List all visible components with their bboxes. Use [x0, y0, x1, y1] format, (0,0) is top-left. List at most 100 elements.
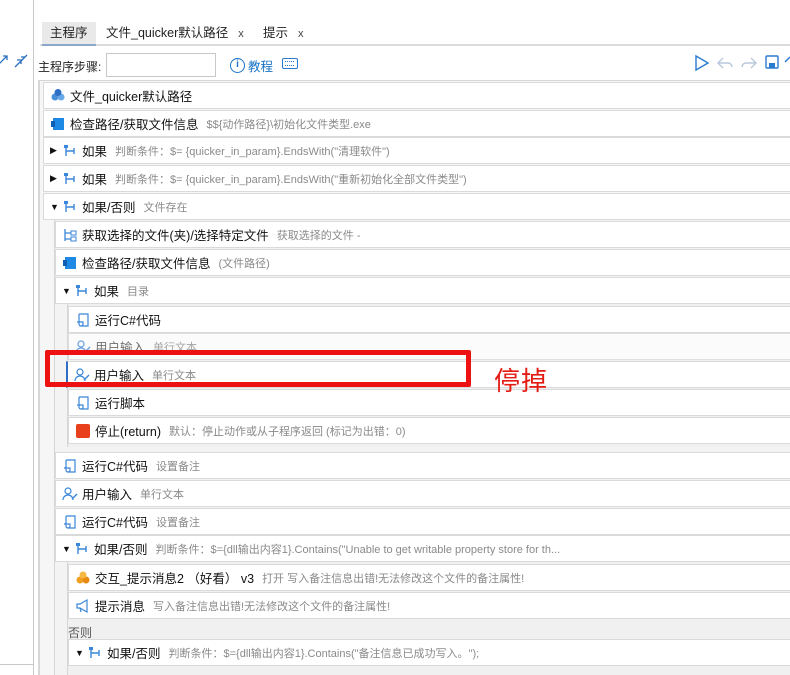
tab-close-icon[interactable]: x — [298, 28, 304, 40]
tree-row[interactable]: 交互_提示消息2 （好看） v3 打开 写入备注信息出错!无法修改这个文件的备注… — [68, 564, 790, 591]
branch-icon — [62, 143, 78, 159]
left-panel — [0, 0, 34, 675]
tree-row[interactable]: 获取选择的文件(夹)/选择特定文件 获取选择的文件 - — [55, 221, 790, 248]
tab-bar: 主程序 文件_quicker默认路径 x 提示 x — [40, 18, 790, 46]
tree-row[interactable]: 检查路径/获取文件信息 $${动作路径}\初始化文件类型.exe — [43, 110, 790, 137]
subprogram-icon — [50, 88, 66, 104]
row-label: 停止(return) — [95, 425, 161, 439]
save-icon[interactable] — [764, 54, 780, 70]
expand-icon[interactable] — [0, 55, 8, 65]
row-desc: 文件存在 — [143, 201, 188, 214]
annotation-highlight-box — [45, 350, 471, 387]
tree-row[interactable]: 检查路径/获取文件信息 (文件路径) — [55, 249, 790, 276]
help-link[interactable]: i 教程 — [230, 56, 273, 75]
tree-row[interactable]: ▼ 如果/否则 判断条件：$={dll输出内容1}.Contains("备注信息… — [68, 639, 790, 666]
megaphone-icon — [75, 598, 91, 614]
tree-row[interactable]: 运行C#代码 — [68, 306, 790, 333]
tree-row[interactable]: 文件_quicker默认路径 — [43, 82, 790, 109]
collapse-toggle[interactable]: ▼ — [75, 648, 85, 658]
file-info-icon — [62, 255, 78, 271]
row-desc: 打开 写入备注信息出错!无法修改这个文件的备注属性! — [262, 572, 525, 585]
tree-row[interactable]: ▶ 如果 判断条件：$= {quicker_in_param}.EndsWith… — [43, 137, 790, 164]
tab-main-label: 主程序 — [50, 26, 88, 40]
subprogram-icon — [75, 570, 91, 586]
tree-row[interactable]: 运行脚本 — [68, 389, 790, 416]
row-label: 运行C#代码 — [82, 516, 148, 530]
row-label: 检查路径/获取文件信息 — [70, 118, 199, 132]
run-icon[interactable] — [694, 54, 710, 72]
tab-file-path-label: 文件_quicker默认路径 — [106, 26, 229, 40]
tab-tip[interactable]: 提示 x — [255, 22, 312, 46]
collapse-icon[interactable] — [14, 54, 28, 68]
info-icon: i — [230, 58, 245, 73]
left-panel-divider — [0, 664, 34, 665]
tree-row[interactable]: ▼ 如果/否则 判断条件：$={dll输出内容1}.Contains("Unab… — [55, 535, 790, 562]
tree-row[interactable]: 提示消息 写入备注信息出错!无法修改这个文件的备注属性! — [68, 592, 790, 619]
tree-icon — [62, 227, 78, 243]
script-icon — [62, 458, 78, 474]
row-desc: 判断条件：$= {quicker_in_param}.EndsWith("重新初… — [115, 173, 467, 186]
user-input-icon — [62, 486, 78, 502]
row-label: 如果 — [94, 285, 120, 299]
keyboard-icon[interactable] — [282, 58, 298, 69]
tree-row[interactable]: 用户输入 单行文本 — [55, 480, 790, 507]
row-label: 如果/否则 — [82, 201, 136, 215]
branch-icon — [62, 199, 78, 215]
row-label: 如果 — [82, 173, 108, 187]
row-label: 如果 — [82, 145, 108, 159]
row-desc: 默认：停止动作或从子程序返回 (标记为出错：0) — [168, 425, 406, 438]
help-label: 教程 — [248, 60, 274, 74]
branch-icon — [87, 645, 103, 661]
branch-icon — [74, 541, 90, 557]
row-desc: 写入备注信息出错!无法修改这个文件的备注属性! — [153, 600, 391, 613]
script-icon — [62, 514, 78, 530]
expand-toggle[interactable]: ▶ — [50, 145, 60, 156]
tree-row[interactable]: 运行C#代码 设置备注 — [55, 452, 790, 479]
collapse-toggle[interactable]: ▼ — [50, 202, 60, 212]
tab-close-icon[interactable]: x — [238, 28, 244, 40]
script-icon — [75, 395, 91, 411]
row-label: 获取选择的文件(夹)/选择特定文件 — [82, 229, 269, 243]
row-desc: 获取选择的文件 - — [276, 229, 361, 242]
row-desc: $${动作路径}\初始化文件类型.exe — [206, 118, 371, 131]
tree-row[interactable]: ▼ 如果/否则 文件存在 — [43, 193, 790, 220]
stop-icon — [75, 423, 91, 439]
steps-label: 主程序步骤: — [38, 60, 102, 74]
tree-row[interactable]: ▼ 如果 目录 — [55, 277, 790, 304]
row-label: 提示消息 — [95, 600, 146, 614]
row-desc: 设置备注 — [155, 460, 200, 473]
collapse-toggle[interactable]: ▼ — [62, 544, 72, 554]
branch-icon — [62, 171, 78, 187]
tab-file-path[interactable]: 文件_quicker默认路径 x — [98, 22, 252, 46]
script-icon — [75, 312, 91, 328]
row-label: 运行C#代码 — [95, 314, 161, 328]
row-label: 文件_quicker默认路径 — [70, 90, 193, 104]
undo-icon[interactable] — [716, 54, 734, 72]
row-desc: (文件路径) — [218, 257, 270, 270]
tab-tip-label: 提示 — [263, 26, 289, 40]
back-icon[interactable] — [782, 54, 790, 70]
annotation-text: 停掉 — [494, 367, 549, 397]
tree-row[interactable]: ▶ 如果 判断条件：$= {quicker_in_param}.EndsWith… — [43, 165, 790, 192]
steps-input[interactable] — [106, 53, 216, 77]
tree-row[interactable]: 运行C#代码 设置备注 — [55, 508, 790, 535]
row-label: 运行C#代码 — [82, 460, 148, 474]
row-label: 如果/否则 — [107, 647, 161, 661]
branch-icon — [74, 283, 90, 299]
editor-tools — [694, 54, 790, 76]
redo-icon[interactable] — [740, 54, 758, 72]
toolbar: 主程序步骤: i 教程 — [38, 52, 790, 78]
collapse-toggle[interactable]: ▼ — [62, 286, 72, 296]
file-info-icon — [50, 116, 66, 132]
row-desc: 判断条件：$={dll输出内容1}.Contains("备注信息已成功写入。")… — [168, 647, 480, 660]
expand-toggle[interactable]: ▶ — [50, 173, 60, 184]
row-label: 运行脚本 — [95, 397, 146, 411]
tab-main[interactable]: 主程序 — [42, 22, 96, 46]
row-desc: 判断条件：$= {quicker_in_param}.EndsWith("清理软… — [115, 145, 390, 158]
row-label: 如果/否则 — [94, 543, 148, 557]
row-desc: 单行文本 — [140, 488, 185, 501]
tree-row[interactable]: 停止(return) 默认：停止动作或从子程序返回 (标记为出错：0) — [68, 417, 790, 444]
row-label: 检查路径/获取文件信息 — [82, 257, 211, 271]
row-desc: 设置备注 — [155, 516, 200, 529]
row-desc: 判断条件：$={dll输出内容1}.Contains("Unable to ge… — [155, 543, 561, 556]
